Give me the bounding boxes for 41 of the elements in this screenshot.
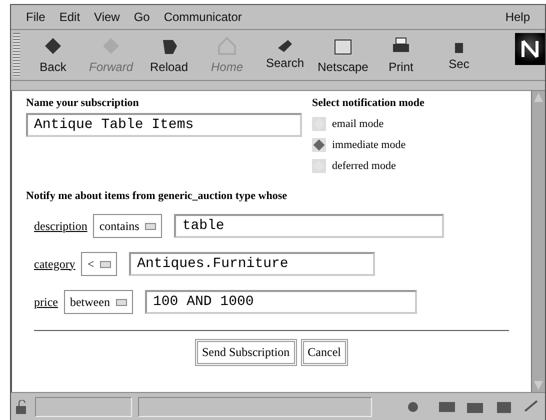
radio-label: email mode <box>332 118 384 130</box>
menu-item[interactable]: View <box>87 10 127 24</box>
scroll-down-icon[interactable] <box>532 379 545 392</box>
toolbar-button[interactable]: Search <box>256 32 314 78</box>
radio-label: deferred mode <box>332 160 396 172</box>
menu-item[interactable]: Communicator <box>156 10 249 24</box>
menu-item[interactable]: Go <box>126 10 157 24</box>
toolbar-button[interactable]: Reload <box>140 32 198 78</box>
toolbar-button[interactable]: Back <box>24 32 82 78</box>
menu-item[interactable]: Edit <box>52 10 88 24</box>
radio-button[interactable] <box>312 158 326 172</box>
field-link[interactable]: category <box>34 256 76 272</box>
menu-item[interactable]: Help <box>498 10 537 24</box>
input-field[interactable]: table <box>174 214 444 238</box>
scrollbar[interactable] <box>531 91 545 392</box>
toolbar-button[interactable]: Sec <box>430 32 488 78</box>
radio-button[interactable] <box>312 138 326 152</box>
toolbar-grip[interactable] <box>13 33 20 77</box>
operator-dropdown[interactable]: contains <box>93 214 162 238</box>
flashlight-icon <box>278 40 292 52</box>
arrow-icon <box>43 36 63 56</box>
form-button[interactable]: Cancel <box>300 339 348 366</box>
padlock-icon <box>15 400 29 414</box>
input-field[interactable]: Antiques.Furniture <box>129 252 376 276</box>
radio-label: immediate mode <box>332 138 406 150</box>
field-link[interactable]: price <box>34 294 58 310</box>
input-field[interactable]: Antique Table Items <box>26 113 302 137</box>
field-link[interactable]: description <box>34 218 88 234</box>
section-heading: Notify me about items from generic_auction type whose <box>26 190 288 202</box>
field-label: Name your subscription <box>26 97 140 109</box>
toolbar-button[interactable]: Print <box>372 32 430 78</box>
operator-dropdown[interactable]: between <box>64 290 133 314</box>
menu-item[interactable]: File <box>19 10 52 24</box>
toolbar-button[interactable]: Netscape <box>314 32 372 78</box>
logo-icon <box>515 33 545 65</box>
operator-dropdown[interactable]: < <box>81 252 118 276</box>
radio-button[interactable] <box>312 116 326 130</box>
scroll-up-icon[interactable] <box>532 91 545 104</box>
input-field[interactable]: 100 AND 1000 <box>144 290 417 314</box>
field-label: Select notification mode <box>312 97 426 109</box>
form-button[interactable]: Send Subscription <box>195 339 297 366</box>
